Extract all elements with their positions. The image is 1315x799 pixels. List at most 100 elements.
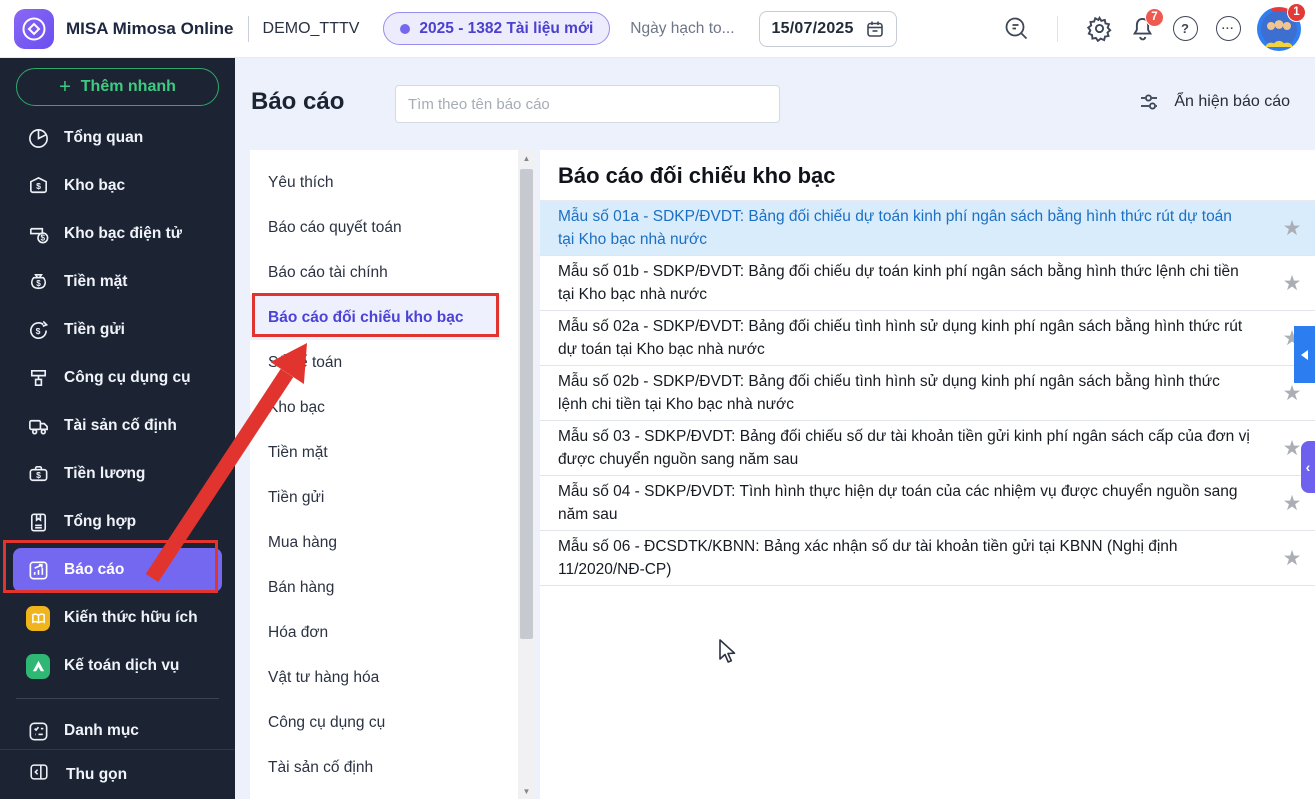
sidebar-item-kho-bac[interactable]: $ Kho bạc [0,162,235,210]
report-row[interactable]: Mẫu số 02b - SDKP/ĐVDT: Bảng đối chiếu t… [540,366,1315,421]
sidebar-item-label: Báo cáo [64,561,125,578]
report-chart-icon [26,558,50,582]
company-name[interactable]: DEMO_TTTV [263,20,360,38]
category-bao-cao-tai-chinh[interactable]: Báo cáo tài chính [250,250,500,295]
sidebar-item-label: Tổng quan [64,129,144,146]
cash-icon: $ [26,270,50,294]
favorite-star-icon[interactable]: ★ [1269,546,1315,571]
report-row[interactable]: Mẫu số 02a - SDKP/ĐVDT: Bảng đối chiếu t… [540,311,1315,366]
plus-icon: + [59,75,71,98]
report-row[interactable]: Mẫu số 06 - ĐCSDTK/KBNN: Bảng xác nhận s… [540,531,1315,586]
scrollbar-thumb[interactable] [520,169,533,639]
sidebar-collapse-button[interactable]: Thu gọn [0,749,235,799]
sidebar-item-tien-gui[interactable]: $ Tiền gửi [0,306,235,354]
sidebar-item-tong-hop[interactable]: Tổng hợp [0,498,235,546]
collapse-label: Thu gọn [66,765,128,783]
svg-text:$: $ [36,180,41,190]
category-so-ke-toan[interactable]: Sổ kế toán [250,340,500,385]
new-documents-label: 2025 - 1382 Tài liệu mới [419,19,594,37]
sidebar-item-tien-luong[interactable]: $ Tiền lương [0,450,235,498]
category-vat-tu-hang-hoa[interactable]: Vật tư hàng hóa [250,655,500,700]
report-title[interactable]: Mẫu số 01b - SDKP/ĐVDT: Bảng đối chiếu d… [540,258,1269,308]
posting-date-input[interactable]: 15/07/2025 [758,10,897,47]
category-cong-cu-dung-cu[interactable]: Công cụ dụng cụ [250,700,500,745]
edge-panel-toggle-purple[interactable]: ‹ [1301,441,1315,493]
misa-logo-icon[interactable] [14,8,54,49]
sidebar-item-tien-mat[interactable]: $ Tiền mặt [0,258,235,306]
page-title: Báo cáo [251,88,345,115]
divider [247,15,249,42]
sidebar-item-label: Kiến thức hữu ích [64,609,198,626]
category-bao-cao-doi-chieu-kho-bac[interactable]: Báo cáo đối chiếu kho bạc [250,295,500,340]
e-treasury-icon: $ [26,222,50,246]
report-title[interactable]: Mẫu số 06 - ĐCSDTK/KBNN: Bảng xác nhận s… [540,533,1269,583]
sidebar-item-label: Công cụ dụng cụ [64,369,191,386]
report-row[interactable]: Mẫu số 01b - SDKP/ĐVDT: Bảng đối chiếu d… [540,256,1315,311]
category-scrollbar[interactable]: ▲ ▼ [518,150,535,799]
sidebar-item-label: Tài sản cố định [64,417,177,434]
main-content: Báo cáo Ẩn hiện báo cáo Yêu thích Báo cá… [235,58,1315,799]
toggle-reports-label: Ẩn hiện báo cáo [1174,93,1290,110]
category-yeu-thich[interactable]: Yêu thích [250,160,500,205]
category-kho-bac[interactable]: Kho bạc [250,385,500,430]
report-title[interactable]: Mẫu số 04 - SDKP/ĐVDT: Tình hình thực hi… [540,478,1269,528]
treasury-icon: $ [26,174,50,198]
catalog-list-icon [26,719,50,743]
help-glyph: ? [1172,16,1198,41]
new-documents-pill[interactable]: 2025 - 1382 Tài liệu mới [383,12,611,45]
report-row[interactable]: Mẫu số 03 - SDKP/ĐVDT: Bảng đối chiếu số… [540,421,1315,476]
search-input[interactable] [395,85,780,123]
category-ban-hang[interactable]: Bán hàng [250,565,500,610]
quick-add-button[interactable]: + Thêm nhanh [16,68,219,106]
report-row[interactable]: Mẫu số 04 - SDKP/ĐVDT: Tình hình thực hi… [540,476,1315,531]
favorite-star-icon[interactable]: ★ [1269,271,1315,296]
report-title[interactable]: Mẫu số 02b - SDKP/ĐVDT: Bảng đối chiếu t… [540,368,1269,418]
report-title[interactable]: Mẫu số 03 - SDKP/ĐVDT: Bảng đối chiếu số… [540,423,1269,473]
edge-panel-toggle-blue[interactable] [1294,326,1315,383]
sidebar-item-cong-cu-dung-cu[interactable]: Công cụ dụng cụ [0,354,235,402]
favorite-star-icon[interactable]: ★ [1269,491,1315,516]
sidebar-item-danh-muc[interactable]: Danh mục [0,707,235,755]
report-title[interactable]: Mẫu số 02a - SDKP/ĐVDT: Bảng đối chiếu t… [540,313,1269,363]
triangle-left-icon [1301,349,1308,360]
sidebar-item-ke-toan-dich-vu[interactable]: Kế toán dịch vụ [0,642,235,690]
more-glyph: ··· [1215,16,1241,41]
help-icon[interactable]: ? [1171,15,1199,43]
knowledge-icon [26,605,50,631]
report-category-panel: Yêu thích Báo cáo quyết toán Báo cáo tài… [250,150,535,799]
category-hoa-don[interactable]: Hóa đơn [250,610,500,655]
more-options-icon[interactable]: ··· [1214,15,1242,43]
category-tien-gui[interactable]: Tiền gửi [250,475,500,520]
sidebar-item-label: Danh mục [64,722,139,739]
sidebar-item-kho-bac-dien-tu[interactable]: $ Kho bạc điện tử [0,210,235,258]
category-bao-cao-quyet-toan[interactable]: Báo cáo quyết toán [250,205,500,250]
calendar-icon[interactable] [866,20,884,38]
scroll-up-icon[interactable]: ▲ [518,150,535,166]
category-tien-mat[interactable]: Tiền mặt [250,430,500,475]
sidebar-item-bao-cao[interactable]: Báo cáo [13,548,222,592]
top-bar: MISA Mimosa Online DEMO_TTTV 2025 - 1382… [0,0,1315,58]
sidebar-item-tai-san-co-dinh[interactable]: Tài sản cố định [0,402,235,450]
truck-icon [26,414,50,438]
scroll-down-icon[interactable]: ▼ [518,783,535,799]
divider [1057,15,1058,42]
notification-count-badge: 7 [1145,7,1164,27]
accounting-service-icon [26,653,50,679]
category-tai-san-co-dinh[interactable]: Tài sản cố định [250,745,500,790]
report-row[interactable]: Mẫu số 01a - SDKP/ĐVDT: Bảng đối chiếu d… [540,201,1315,256]
favorite-star-icon[interactable]: ★ [1269,216,1315,241]
report-group-heading: Báo cáo đối chiếu kho bạc [540,150,1315,201]
posting-date-value: 15/07/2025 [771,19,854,37]
search-history-icon[interactable] [1002,15,1030,43]
settings-gear-icon[interactable] [1085,15,1113,43]
notifications-bell-icon[interactable]: 7 [1128,7,1164,43]
sidebar-item-label: Kế toán dịch vụ [64,657,180,674]
sidebar-item-kien-thuc-huu-ich[interactable]: Kiến thức hữu ích [0,594,235,642]
toggle-reports-button[interactable]: Ẩn hiện báo cáo [1140,92,1290,112]
favorite-star-icon[interactable]: ★ [1269,381,1315,406]
svg-text:$: $ [36,278,41,287]
sidebar-item-tong-quan[interactable]: Tổng quan [0,114,235,162]
user-avatar[interactable]: 1 [1257,2,1306,51]
category-mua-hang[interactable]: Mua hàng [250,520,500,565]
report-title[interactable]: Mẫu số 01a - SDKP/ĐVDT: Bảng đối chiếu d… [540,203,1269,253]
